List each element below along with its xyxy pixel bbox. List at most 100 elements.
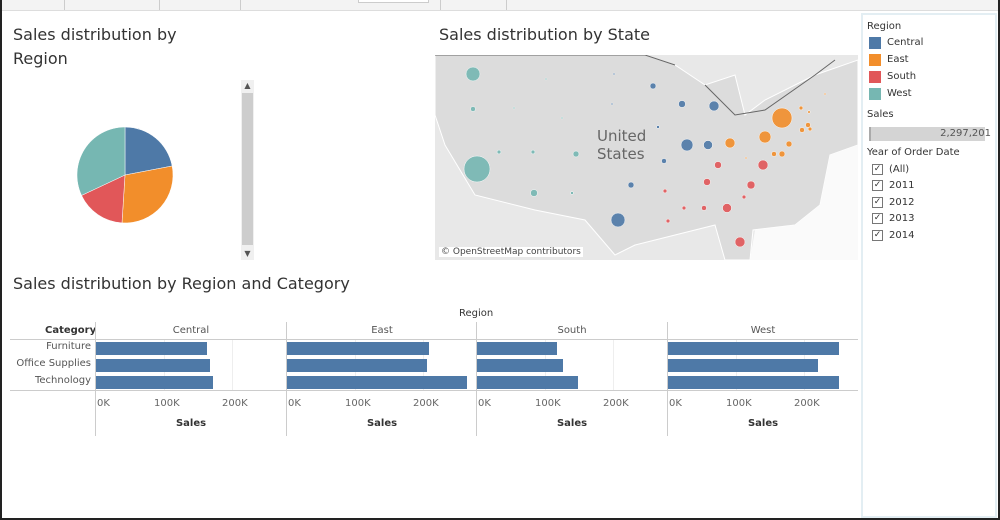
axis-title: Sales <box>175 418 207 429</box>
color-swatch <box>869 36 881 49</box>
map-mark-east[interactable] <box>724 137 736 149</box>
map-mark-east[interactable] <box>799 127 805 133</box>
map-mark-west[interactable] <box>560 116 564 120</box>
map-mark-west[interactable] <box>463 155 491 183</box>
axis-tick: 200K <box>222 398 248 409</box>
bar-south-technology[interactable] <box>477 376 579 389</box>
bar-west-furniture[interactable] <box>668 342 840 355</box>
axis-title: Sales <box>366 418 398 429</box>
map-mark-west[interactable] <box>530 149 536 155</box>
bar-west-technology[interactable] <box>668 376 840 389</box>
map-mark-west[interactable] <box>530 189 538 197</box>
bar-south-furniture[interactable] <box>477 342 558 355</box>
scrollbar[interactable]: ▲ ▼ <box>241 80 254 260</box>
year-filter-2013[interactable]: ✓ 2013 <box>863 211 995 228</box>
map-mark-central[interactable] <box>612 72 616 76</box>
map[interactable]: United States © OpenStreetMap contributor… <box>435 55 858 260</box>
panel-header-east: East <box>371 325 393 336</box>
axis-title: Sales <box>747 418 779 429</box>
map-mark-south[interactable] <box>734 236 746 248</box>
map-mark-east[interactable] <box>771 107 793 129</box>
legend-panel: Region Central East South West Sales 2,297,… <box>861 13 997 518</box>
year-filter-2011[interactable]: ✓ 2011 <box>863 178 995 195</box>
map-mark-east[interactable] <box>785 140 793 148</box>
panel-header-central: Central <box>172 325 210 336</box>
bar-east-furniture[interactable] <box>287 342 430 355</box>
map-mark-west[interactable] <box>512 106 516 110</box>
map-mark-east[interactable] <box>744 156 748 160</box>
map-mark-central[interactable] <box>678 100 686 108</box>
sales-range-slider[interactable]: 2,297,201 <box>869 127 991 141</box>
checkbox[interactable]: ✓ <box>872 213 883 225</box>
pie-slice-east[interactable] <box>121 165 174 224</box>
year-label: 2011 <box>889 180 915 192</box>
map-mark-central[interactable] <box>661 158 667 164</box>
map-mark-east[interactable] <box>778 150 786 158</box>
legend-item-west[interactable]: West <box>863 85 995 102</box>
bar-east-office-supplies[interactable] <box>287 359 428 372</box>
map-mark-central[interactable] <box>680 138 694 152</box>
bar-central-office-supplies[interactable] <box>96 359 210 372</box>
map-mark-east[interactable] <box>807 126 813 132</box>
map-mark-south[interactable] <box>701 205 707 211</box>
map-mark-south[interactable] <box>681 205 687 211</box>
category-label: Furniture <box>46 341 91 352</box>
axis-title: Sales <box>556 418 588 429</box>
map-mark-south[interactable] <box>703 178 711 186</box>
bar-central-furniture[interactable] <box>96 342 207 355</box>
map-mark-central[interactable] <box>627 181 635 189</box>
map-mark-south[interactable] <box>757 159 769 171</box>
checkbox[interactable]: ✓ <box>872 196 883 208</box>
axis-tick: 100K <box>345 398 371 409</box>
scroll-thumb[interactable] <box>242 93 253 245</box>
pie-title: Sales distribution by Region <box>13 25 177 68</box>
axis-tick: 0K <box>97 398 110 409</box>
map-mark-central[interactable] <box>610 212 626 228</box>
map-mark-central[interactable] <box>649 82 657 90</box>
map-mark-east[interactable] <box>798 105 804 111</box>
map-mark-central[interactable] <box>703 140 713 150</box>
year-filter-2012[interactable]: ✓ 2012 <box>863 194 995 211</box>
map-mark-south[interactable] <box>746 180 756 190</box>
map-mark-south[interactable] <box>741 194 747 200</box>
map-mark-west[interactable] <box>496 149 502 155</box>
map-mark-south[interactable] <box>665 218 671 224</box>
map-attribution[interactable]: © OpenStreetMap contributors <box>439 247 583 257</box>
legend-item-central[interactable]: Central <box>863 34 995 51</box>
panel-header-south: South <box>557 325 587 336</box>
map-mark-south[interactable] <box>722 203 732 213</box>
map-mark-central[interactable] <box>708 100 720 112</box>
axis-tick: 100K <box>154 398 180 409</box>
row-header: Category <box>45 325 97 336</box>
map-mark-south[interactable] <box>662 188 668 194</box>
year-label: (All) <box>889 163 910 175</box>
map-mark-east[interactable] <box>805 122 811 128</box>
map-mark-east[interactable] <box>758 130 772 144</box>
checkbox[interactable]: ✓ <box>872 180 883 192</box>
axis-tick: 0K <box>288 398 301 409</box>
checkbox[interactable]: ✓ <box>872 229 883 241</box>
bar-west-office-supplies[interactable] <box>668 359 819 372</box>
legend-label: Central <box>887 37 924 48</box>
map-mark-south[interactable] <box>714 161 722 169</box>
map-title: Sales distribution by State <box>439 25 650 44</box>
checkbox[interactable]: ✓ <box>872 163 883 175</box>
bar-east-technology[interactable] <box>287 376 468 389</box>
map-mark-east[interactable] <box>771 151 777 157</box>
map-mark-west[interactable] <box>570 191 574 195</box>
bar-south-office-supplies[interactable] <box>477 359 563 372</box>
bar-central-technology[interactable] <box>96 376 213 389</box>
legend-item-east[interactable]: East <box>863 51 995 68</box>
year-label: 2013 <box>889 213 915 225</box>
map-mark-central[interactable] <box>656 125 660 129</box>
map-mark-central[interactable] <box>610 102 614 106</box>
year-filter-2014[interactable]: ✓ 2014 <box>863 227 995 244</box>
map-mark-west[interactable] <box>544 77 548 81</box>
legend-item-south[interactable]: South <box>863 68 995 85</box>
map-mark-east[interactable] <box>807 110 811 114</box>
map-mark-east[interactable] <box>823 92 827 96</box>
map-mark-west[interactable] <box>470 106 476 112</box>
year-filter-all[interactable]: ✓ (All) <box>863 161 995 178</box>
map-mark-west[interactable] <box>572 150 580 158</box>
map-mark-west[interactable] <box>465 66 481 82</box>
